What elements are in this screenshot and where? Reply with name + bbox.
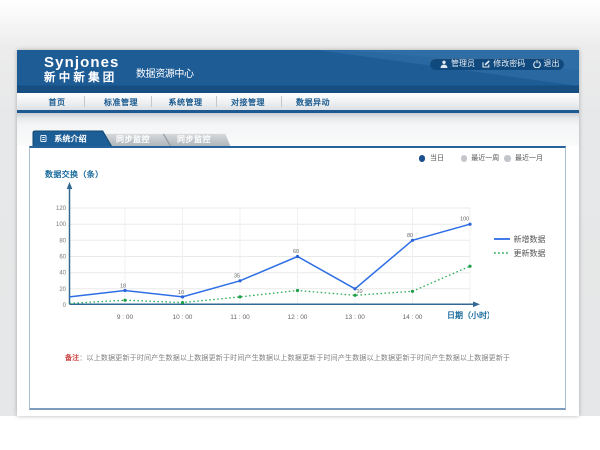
svg-text:13 : 00: 13 : 00 (345, 314, 365, 321)
svg-text:10 : 00: 10 : 00 (173, 314, 193, 321)
svg-text:120: 120 (56, 206, 67, 212)
svg-text:100: 100 (460, 217, 469, 223)
svg-text:新增数据: 新增数据 (514, 234, 546, 244)
svg-text:10: 10 (178, 290, 184, 296)
svg-text:80: 80 (59, 238, 66, 244)
svg-text:9 : 00: 9 : 00 (117, 314, 134, 321)
svg-text:20: 20 (59, 287, 66, 293)
svg-text:100: 100 (56, 222, 67, 228)
svg-text:更新数据: 更新数据 (514, 248, 546, 258)
svg-text:35: 35 (234, 274, 240, 280)
svg-text:14 : 00: 14 : 00 (403, 314, 423, 321)
svg-text:10: 10 (357, 289, 363, 295)
svg-text:数据交换（条）: 数据交换（条） (45, 169, 103, 179)
svg-text:日期（小时）: 日期（小时） (447, 310, 489, 320)
svg-text:60: 60 (293, 249, 299, 255)
svg-text:11 : 00: 11 : 00 (230, 314, 250, 321)
svg-text:60: 60 (59, 255, 66, 261)
svg-text:同步监控: 同步监控 (116, 134, 150, 144)
svg-text:0: 0 (63, 303, 67, 309)
svg-text:80: 80 (407, 233, 413, 239)
svg-text:12 : 00: 12 : 00 (288, 314, 308, 321)
svg-text:系统介绍: 系统介绍 (54, 133, 86, 143)
svg-text:18: 18 (120, 284, 126, 290)
svg-text:同步监控: 同步监控 (177, 134, 211, 144)
svg-text:40: 40 (59, 271, 66, 277)
